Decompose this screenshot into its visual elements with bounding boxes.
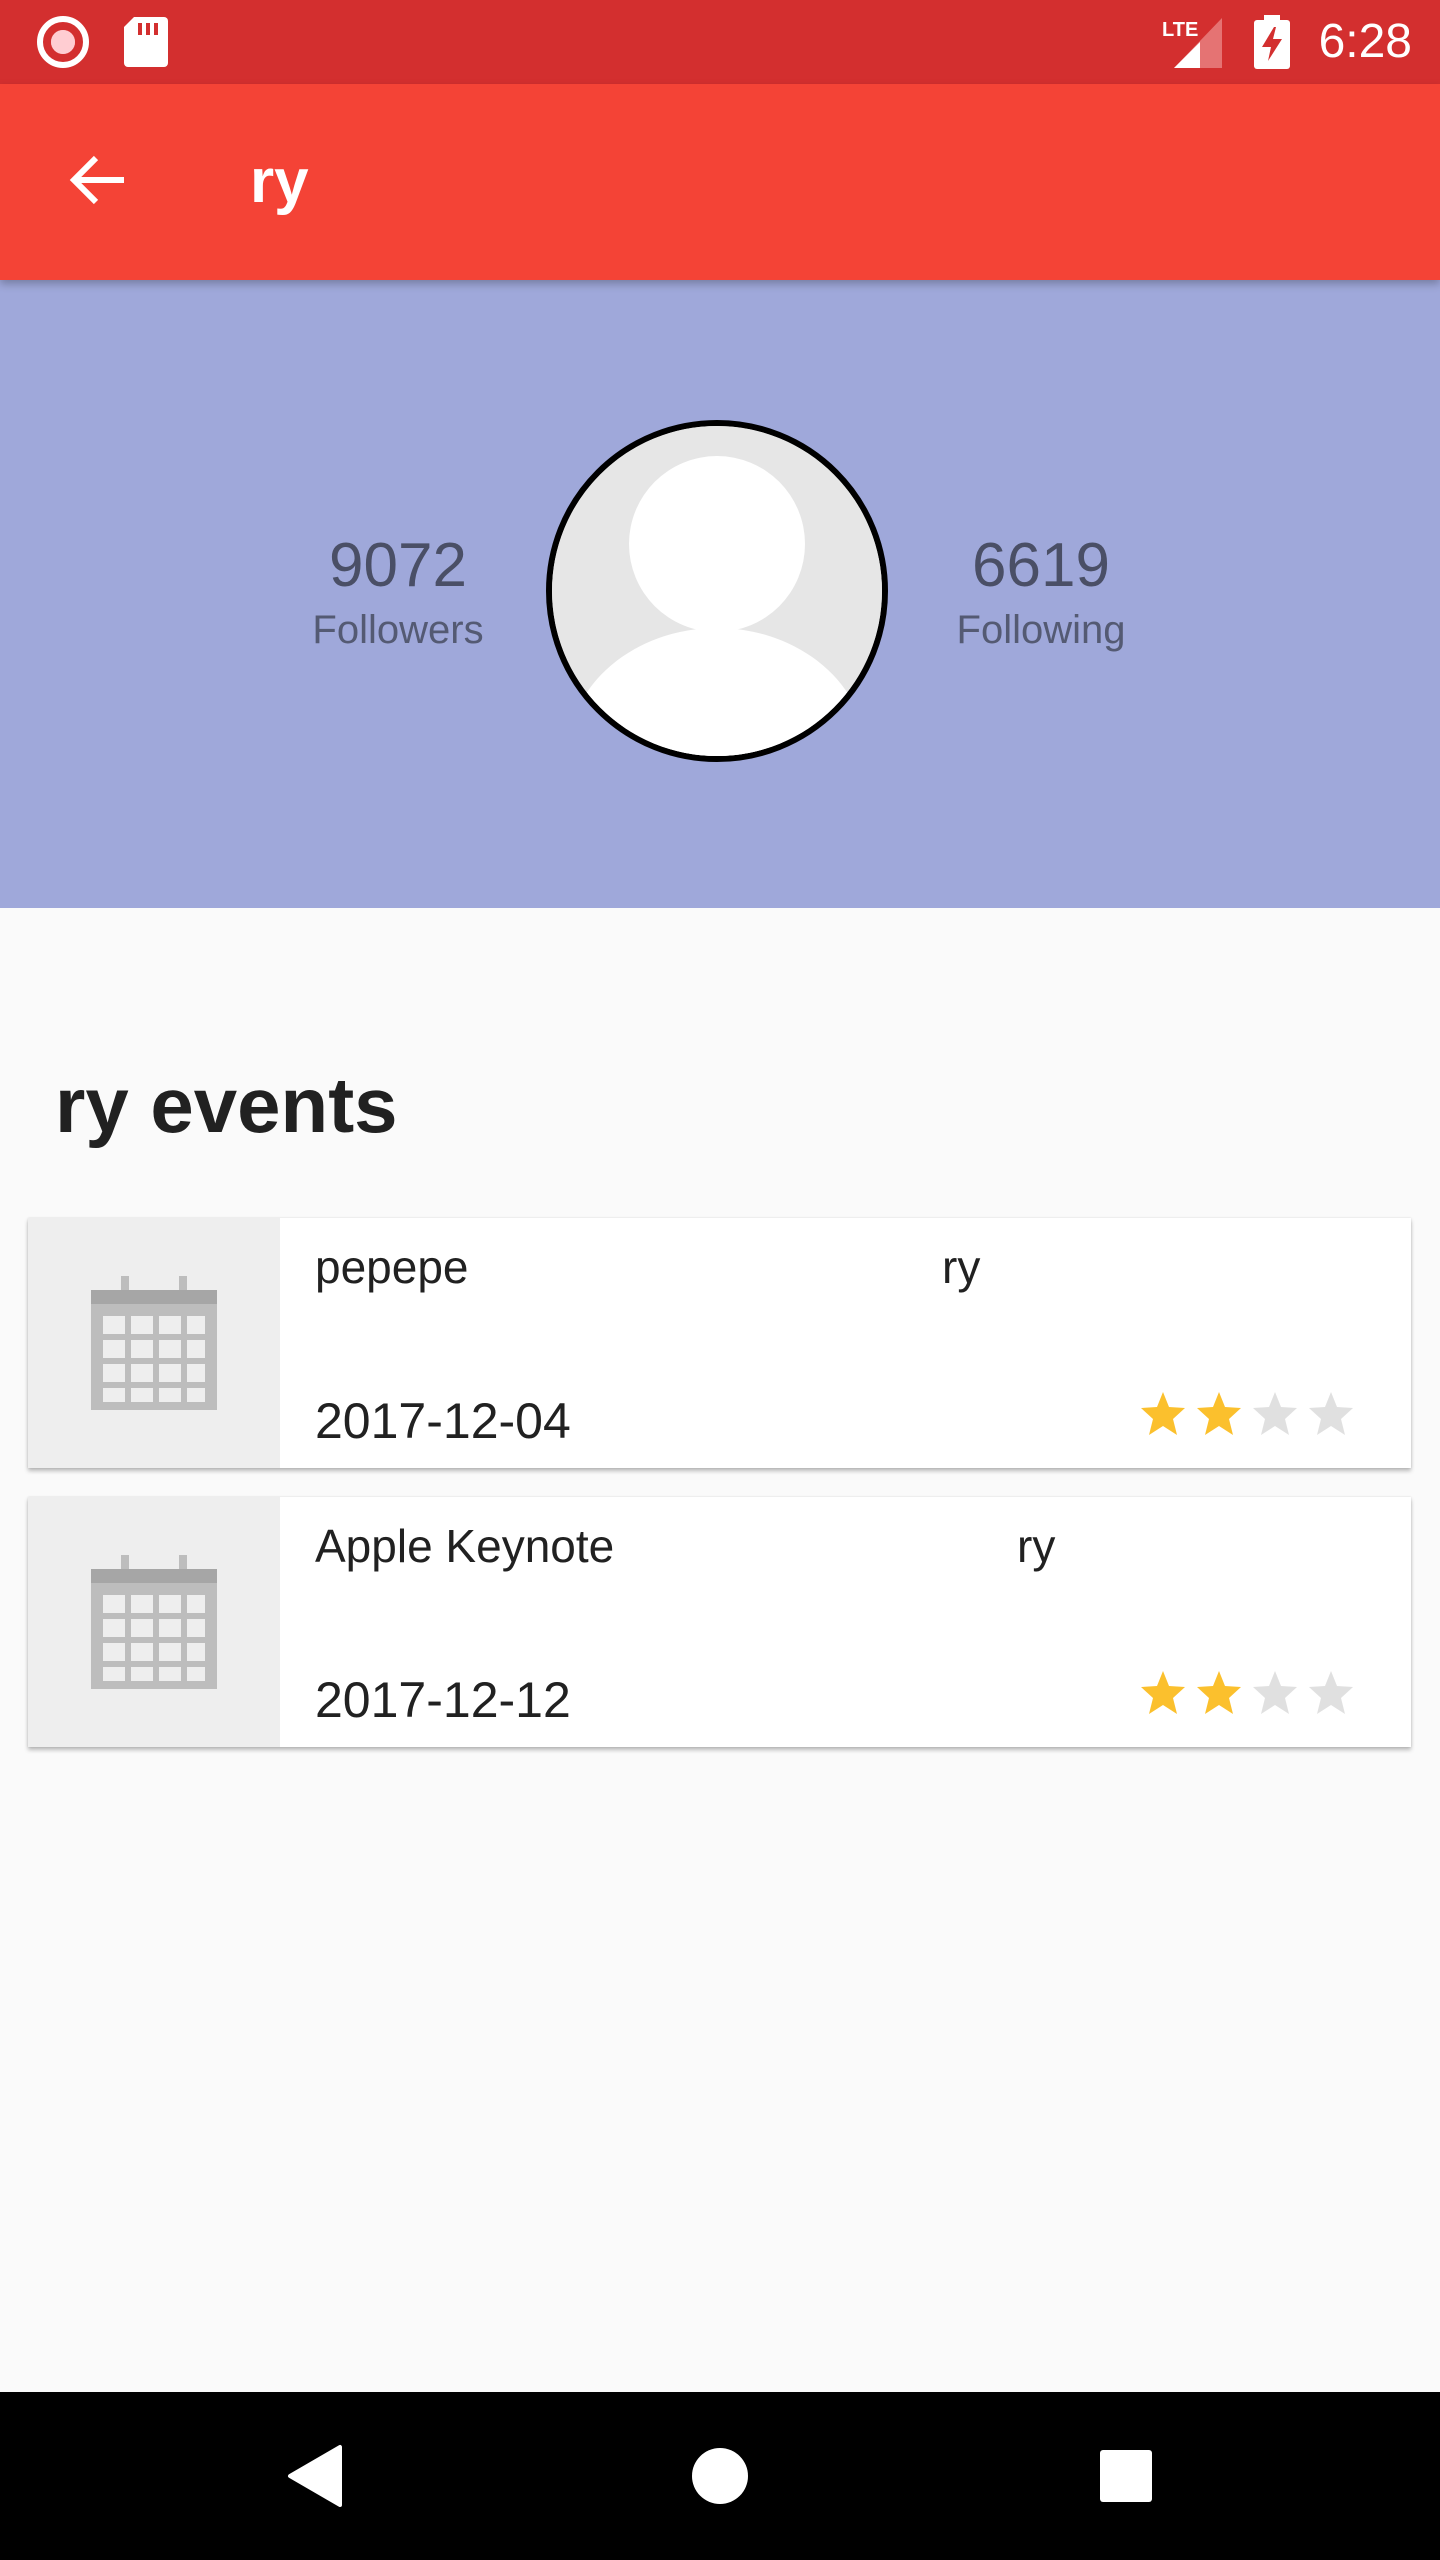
- app-bar: ry: [0, 84, 1440, 280]
- event-owner: ry: [942, 1241, 981, 1293]
- back-button[interactable]: [56, 140, 140, 224]
- status-time: 6:28: [1318, 15, 1412, 68]
- nav-back-button[interactable]: [256, 2392, 376, 2560]
- triangle-back-icon: [288, 2445, 342, 2507]
- following-stat[interactable]: 6619 Following: [891, 530, 1191, 658]
- star-empty-icon[interactable]: [1307, 1390, 1355, 1438]
- battery-charging-icon: [1254, 0, 1290, 84]
- person-icon: [552, 426, 882, 756]
- event-card[interactable]: pepepe ry 2017-12-04: [28, 1218, 1411, 1468]
- avatar[interactable]: [546, 420, 888, 762]
- event-card[interactable]: Apple Keynote ry 2017-12-12: [28, 1497, 1411, 1747]
- event-date: 2017-12-04: [315, 1393, 571, 1449]
- event-thumbnail: [28, 1497, 280, 1747]
- nav-recents-button[interactable]: [1066, 2392, 1186, 2560]
- arrow-left-icon: [66, 148, 130, 217]
- status-bar: LTE 6:28: [0, 0, 1440, 84]
- following-count: 6619: [972, 531, 1110, 600]
- sd-card-icon: [124, 0, 168, 84]
- event-owner: ry: [1017, 1520, 1056, 1572]
- navigation-bar: [0, 2392, 1440, 2560]
- star-filled-icon[interactable]: [1195, 1669, 1243, 1717]
- events-section-title: ry events: [55, 1061, 398, 1149]
- calendar-icon: [91, 1555, 217, 1689]
- followers-label: Followers: [312, 608, 484, 652]
- star-empty-icon[interactable]: [1307, 1669, 1355, 1717]
- star-empty-icon[interactable]: [1251, 1669, 1299, 1717]
- square-recents-icon: [1100, 2450, 1152, 2502]
- circle-home-icon: [692, 2448, 748, 2504]
- followers-stat[interactable]: 9072 Followers: [248, 530, 548, 658]
- svg-text:LTE: LTE: [1162, 19, 1198, 41]
- page-title: ry: [250, 147, 309, 216]
- event-name: Apple Keynote: [315, 1520, 615, 1572]
- star-filled-icon[interactable]: [1139, 1669, 1187, 1717]
- calendar-icon: [91, 1276, 217, 1410]
- star-filled-icon[interactable]: [1195, 1390, 1243, 1438]
- star-filled-icon[interactable]: [1139, 1390, 1187, 1438]
- following-label: Following: [956, 608, 1126, 652]
- star-empty-icon[interactable]: [1251, 1390, 1299, 1438]
- event-thumbnail: [28, 1218, 280, 1468]
- rating-bar[interactable]: [1139, 1669, 1355, 1717]
- event-name: pepepe: [315, 1241, 469, 1293]
- rating-bar[interactable]: [1139, 1390, 1355, 1438]
- record-icon: [36, 0, 90, 84]
- followers-count: 9072: [329, 531, 467, 600]
- lte-signal-icon: LTE: [1160, 0, 1230, 84]
- profile-header: 9072 Followers 6619 Following: [0, 280, 1440, 908]
- event-date: 2017-12-12: [315, 1672, 571, 1728]
- nav-home-button[interactable]: [660, 2392, 780, 2560]
